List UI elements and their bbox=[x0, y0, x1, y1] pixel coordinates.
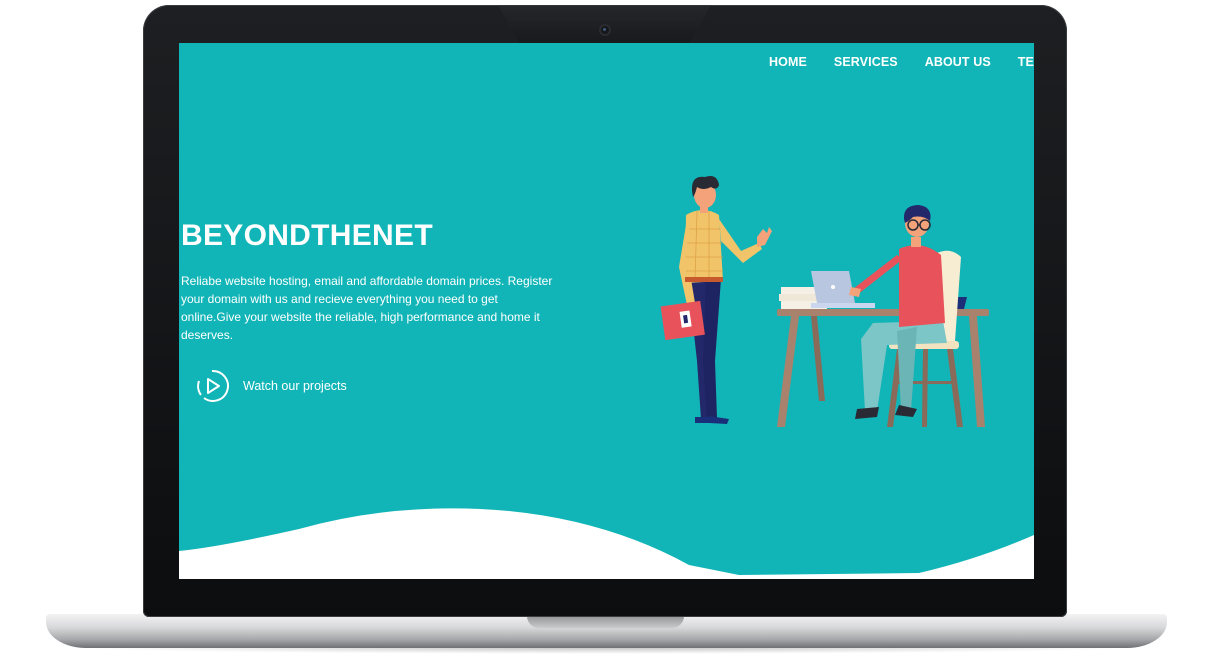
laptop-top-bezel bbox=[498, 5, 711, 43]
standing-man-figure bbox=[660, 176, 772, 424]
webcam-icon bbox=[601, 26, 609, 34]
nav-services[interactable]: SERVICES bbox=[834, 55, 898, 69]
hero-bottom-wave bbox=[179, 508, 1034, 579]
watch-projects-button[interactable]: Watch our projects bbox=[195, 369, 347, 403]
play-circle-icon bbox=[197, 369, 229, 402]
hero-description: Reliabe website hosting, email and affor… bbox=[181, 274, 553, 342]
nav-about-us[interactable]: ABOUT US bbox=[925, 55, 991, 69]
hero-title: BEYONDTHENET bbox=[181, 219, 433, 252]
website-screen: HOME SERVICES ABOUT US TESTIM BEYONDTHEN… bbox=[179, 43, 1034, 579]
office-illustration bbox=[660, 176, 989, 427]
top-nav: HOME SERVICES ABOUT US TESTIM bbox=[769, 55, 1034, 69]
laptop-mockup: HOME SERVICES ABOUT US TESTIM BEYONDTHEN… bbox=[0, 0, 1209, 658]
nav-home[interactable]: HOME bbox=[769, 55, 807, 69]
watch-projects-label: Watch our projects bbox=[243, 379, 347, 393]
nav-testimonials[interactable]: TESTIM bbox=[1018, 55, 1034, 69]
